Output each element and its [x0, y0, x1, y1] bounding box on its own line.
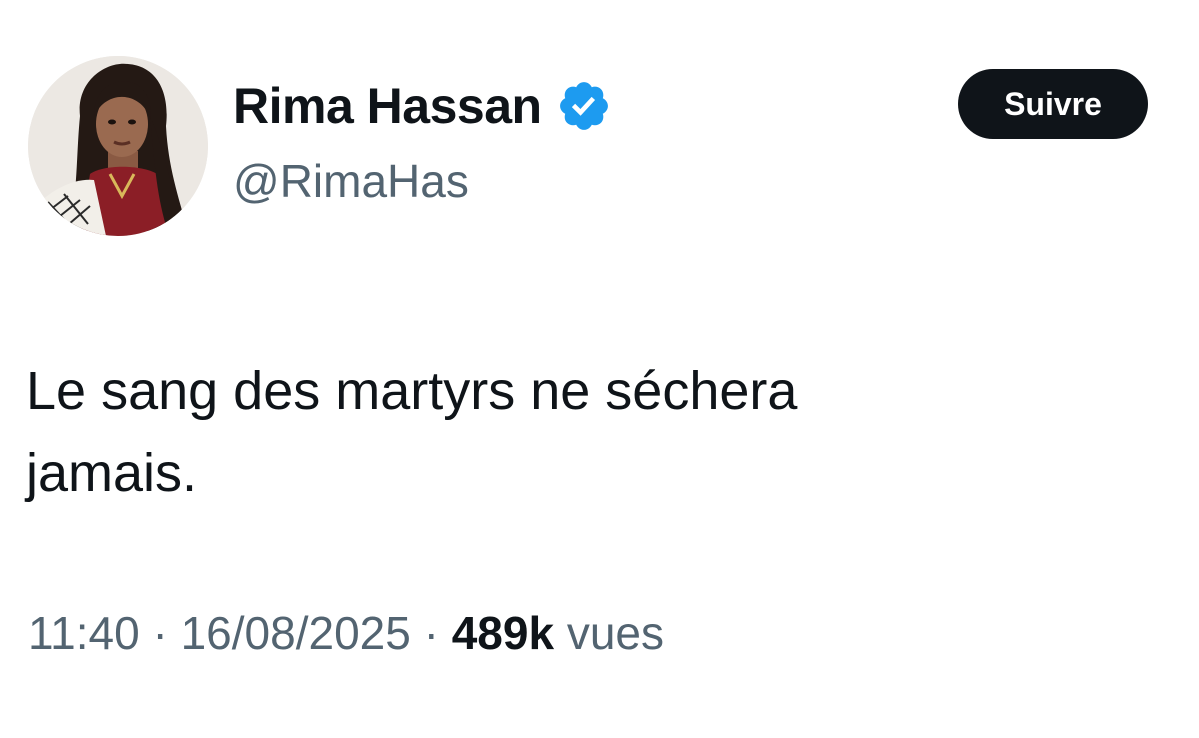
user-handle[interactable]: @RimaHas	[233, 158, 469, 204]
follow-button[interactable]: Suivre	[958, 69, 1148, 139]
tweet-text: Le sang des martyrs ne séchera jamais.	[26, 361, 798, 503]
meta-separator: ·	[152, 607, 168, 659]
display-name[interactable]: Rima Hassan	[233, 81, 542, 131]
views-count[interactable]: 489k	[452, 607, 554, 659]
tweet-meta: 11:40 · 16/08/2025 · 489k vues	[28, 603, 664, 663]
views-label[interactable]: vues	[567, 607, 664, 659]
avatar-image	[28, 56, 208, 236]
avatar[interactable]	[28, 56, 208, 236]
author-header: Rima Hassan	[233, 74, 612, 138]
tweet-time[interactable]: 11:40	[28, 607, 140, 659]
tweet-date[interactable]: 16/08/2025	[181, 607, 411, 659]
meta-separator: ·	[423, 607, 439, 659]
verified-badge-icon[interactable]	[556, 78, 612, 134]
